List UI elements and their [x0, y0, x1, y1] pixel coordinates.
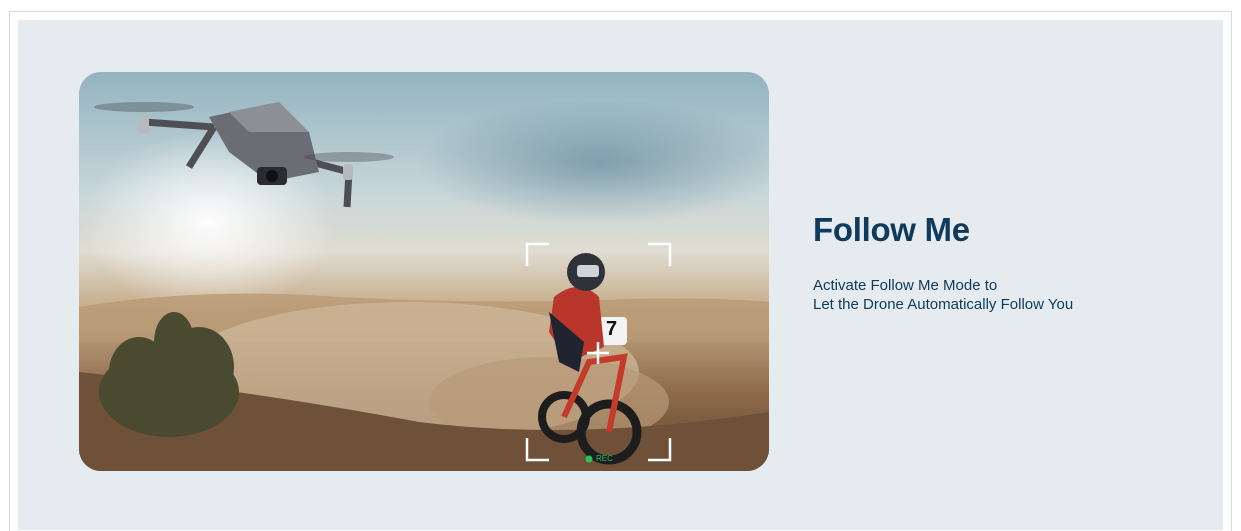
feature-heading: Follow Me — [813, 211, 970, 248]
feature-description-line-1: Activate Follow Me Mode to — [813, 277, 998, 294]
page-frame: 7 REC Follow Me Activate Follow Me Mode … — [9, 11, 1232, 531]
feature-panel: 7 REC Follow Me Activate Follow Me Mode … — [18, 20, 1223, 530]
feature-description: Activate Follow Me Mode to Let the Drone… — [813, 276, 1073, 314]
rider-number: 7 — [606, 318, 618, 340]
feature-image: 7 REC — [79, 72, 769, 471]
rec-label: REC — [596, 454, 613, 463]
tracking-frame — [525, 242, 672, 463]
rec-indicator — [585, 455, 593, 463]
feature-description-line-2: Let the Drone Automatically Follow You — [813, 296, 1074, 313]
